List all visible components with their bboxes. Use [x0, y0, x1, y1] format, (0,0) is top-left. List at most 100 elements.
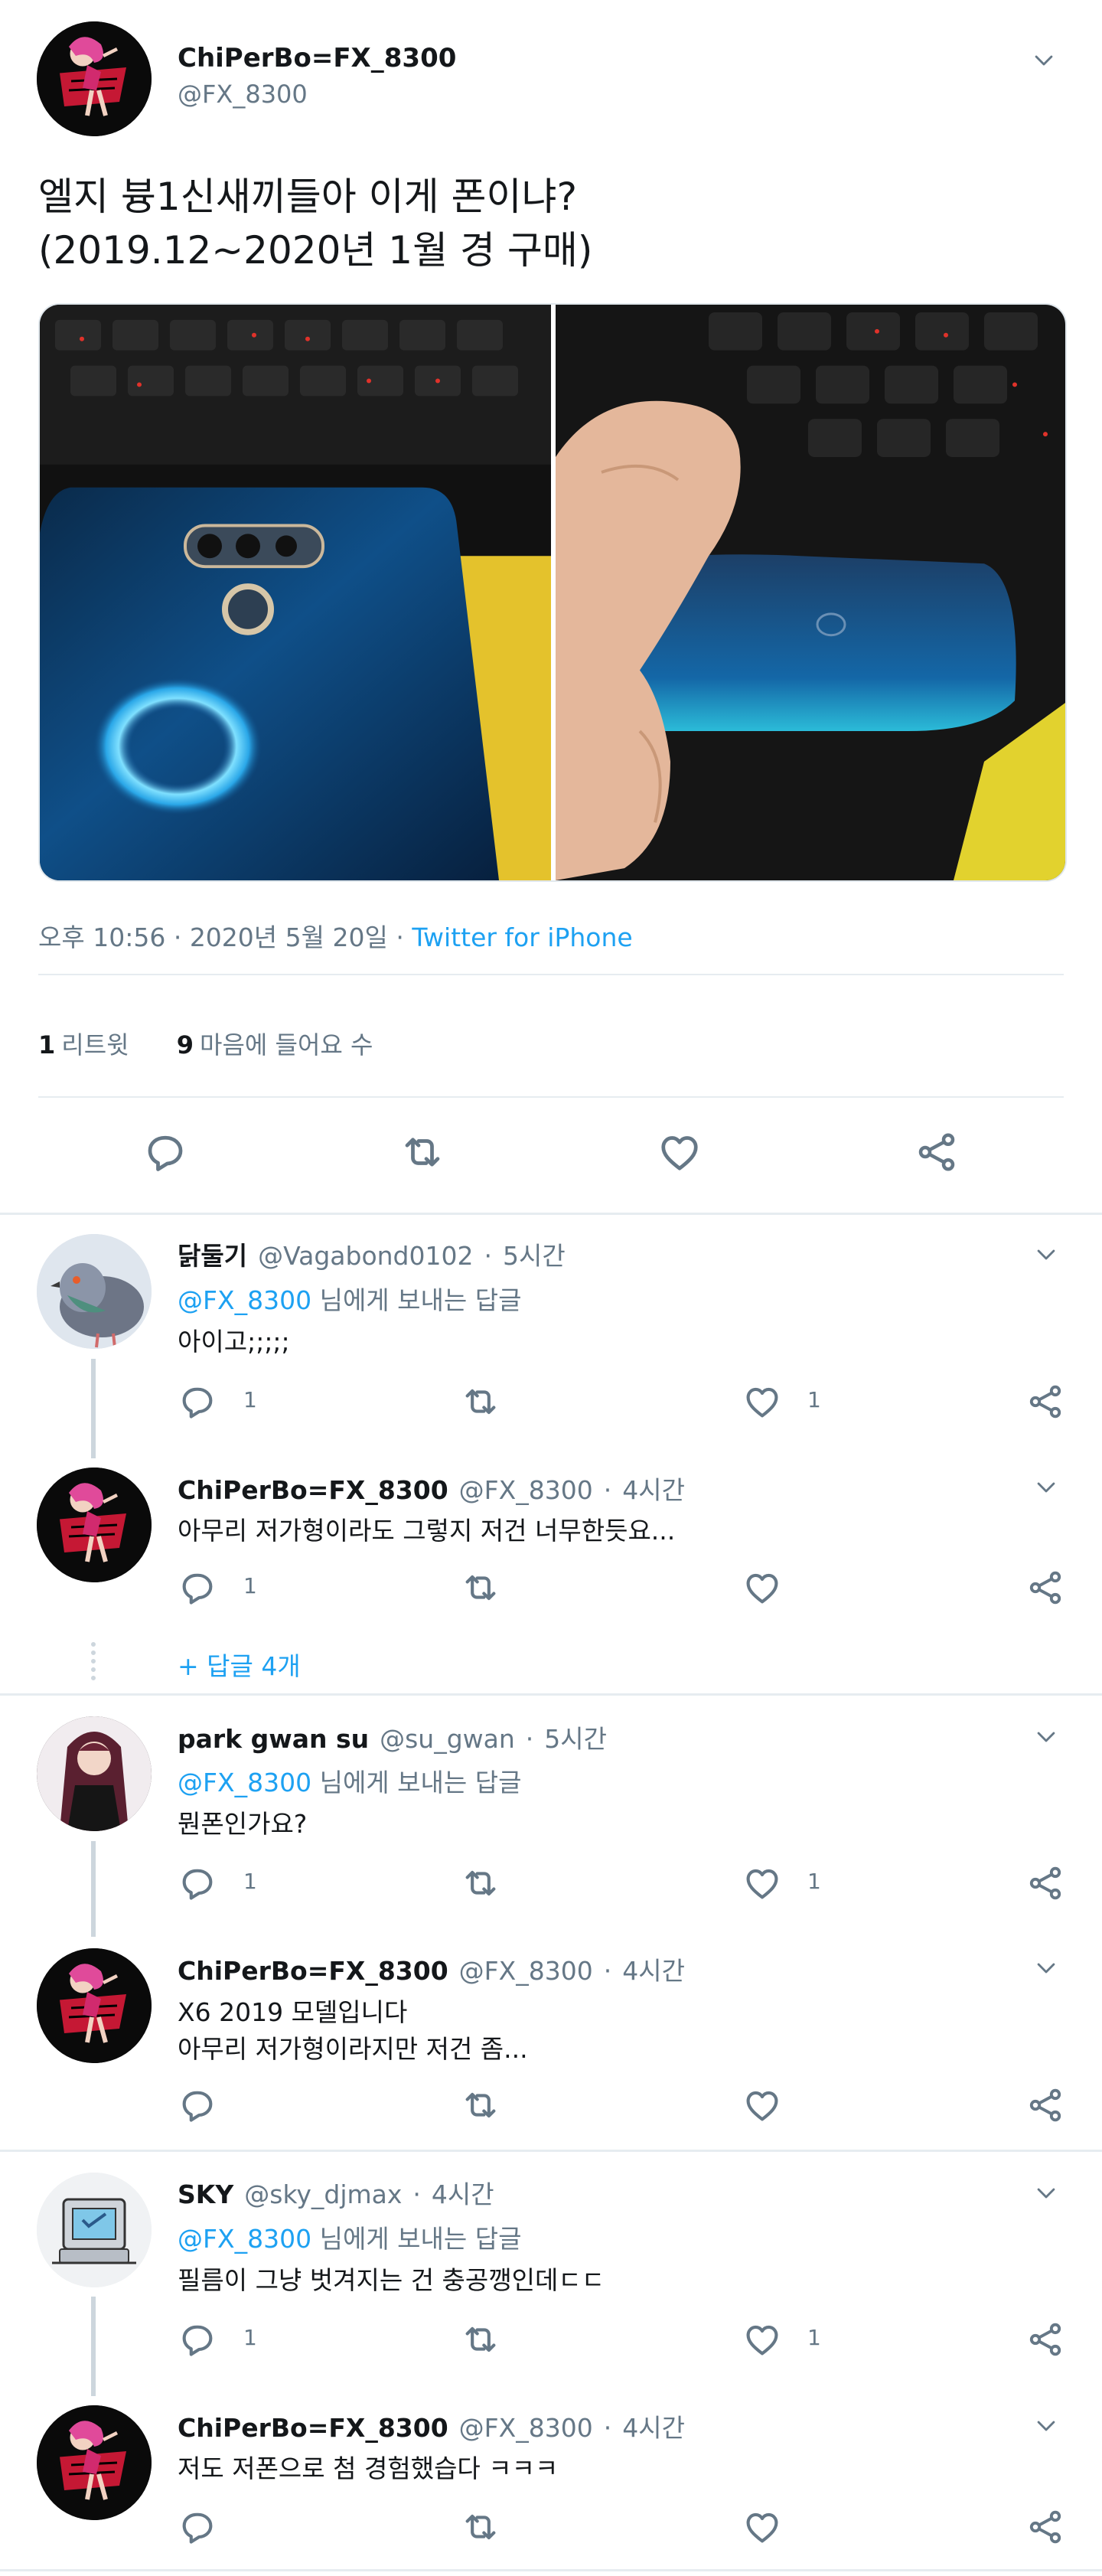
heart-icon[interactable]: [657, 1129, 703, 1175]
reply-icon[interactable]: [178, 1568, 217, 1608]
reply-author-name[interactable]: park gwan su: [178, 1724, 369, 1754]
reply-time: 4시간: [622, 1475, 685, 1505]
reply-to-handle[interactable]: @FX_8300: [178, 1768, 311, 1797]
share-icon[interactable]: [1025, 2507, 1065, 2547]
reply-icon[interactable]: [178, 1382, 217, 1422]
reply-author-name[interactable]: ChiPerBo=FX_8300: [178, 2413, 448, 2443]
reply-text: 저도 저폰으로 첨 경험했습다 ㅋㅋㅋ: [178, 2454, 559, 2483]
avatar-image: [37, 1948, 152, 2063]
main-tweet: ChiPerBo=FX_8300 @FX_8300 엘지 븅1신새끼들아 이게 …: [0, 0, 1102, 1217]
chevron-down-icon[interactable]: [1033, 2413, 1059, 2439]
reply-author-name[interactable]: ChiPerBo=FX_8300: [178, 1956, 448, 1986]
reply-count: 1: [243, 1387, 257, 1412]
avatar-image: [37, 2405, 152, 2520]
photo-phone-back[interactable]: [40, 305, 551, 880]
avatar[interactable]: [37, 2405, 152, 2520]
tweet-media[interactable]: [38, 303, 1067, 882]
reply-text: 필름이 그냥 벗겨지는 건 충공깽인데ㄷㄷ: [178, 2265, 605, 2295]
reply-author-handle[interactable]: @su_gwan: [380, 1724, 515, 1754]
share-icon[interactable]: [1025, 2320, 1065, 2359]
heart-icon[interactable]: [742, 1863, 782, 1903]
thread-dots: [91, 1642, 96, 1680]
character-avatar-image: [37, 1716, 152, 1831]
chevron-down-icon[interactable]: [1033, 1724, 1059, 1750]
retweet-icon[interactable]: [461, 2507, 500, 2547]
reply-icon[interactable]: [178, 2320, 217, 2359]
share-icon[interactable]: [1025, 2085, 1065, 2125]
like-stat[interactable]: 9 마음에 들어요 수: [177, 1030, 373, 1059]
reply-time: 4시간: [622, 1956, 685, 1986]
meta-separator: ·: [484, 1241, 492, 1271]
tweet-time: 오후 10:56: [38, 922, 166, 952]
reply-author-name[interactable]: 닭둘기: [178, 1241, 247, 1271]
author-handle[interactable]: @FX_8300: [178, 80, 308, 109]
avatar[interactable]: [37, 1948, 152, 2063]
author-name[interactable]: ChiPerBo=FX_8300: [178, 43, 456, 73]
meta-separator: ·: [603, 1956, 612, 1986]
avatar[interactable]: [37, 1234, 152, 1349]
reply-icon[interactable]: [178, 2507, 217, 2547]
meta-separator: ·: [412, 2179, 421, 2209]
divider: [38, 974, 1064, 975]
chevron-down-icon[interactable]: [1031, 47, 1057, 73]
reply-author-handle[interactable]: @FX_8300: [459, 1475, 593, 1505]
reply-author-handle[interactable]: @FX_8300: [459, 1956, 593, 1986]
photo-phone-side[interactable]: [556, 305, 1065, 880]
thread-line: [91, 1359, 96, 1458]
share-icon[interactable]: [914, 1129, 960, 1175]
avatar[interactable]: [37, 1716, 152, 1831]
retweet-icon[interactable]: [461, 1382, 500, 1422]
share-icon[interactable]: [1025, 1863, 1065, 1903]
retweet-icon[interactable]: [461, 2320, 500, 2359]
reply-time: 4시간: [431, 2179, 494, 2209]
show-more-replies-link[interactable]: + 답글 4개: [178, 1646, 301, 1683]
chevron-down-icon[interactable]: [1033, 1955, 1059, 1981]
heart-icon[interactable]: [742, 1382, 782, 1422]
avatar[interactable]: [37, 21, 152, 136]
heart-icon[interactable]: [742, 2085, 782, 2125]
avatar[interactable]: [37, 2173, 152, 2287]
computer-avatar-image: [37, 2173, 152, 2287]
reply-count: 1: [243, 2325, 257, 2350]
reply-icon[interactable]: [142, 1129, 188, 1175]
reply-time: 4시간: [622, 2413, 685, 2443]
reply-text: 뭔폰인가요?: [178, 1809, 308, 1839]
reply-author-handle[interactable]: @Vagabond0102: [258, 1241, 473, 1271]
heart-icon[interactable]: [742, 2507, 782, 2547]
chevron-down-icon[interactable]: [1033, 2180, 1059, 2206]
reply-to-handle[interactable]: @FX_8300: [178, 2224, 311, 2254]
retweet-icon[interactable]: [461, 2085, 500, 2125]
chevron-down-icon[interactable]: [1033, 1242, 1059, 1268]
retweet-stat[interactable]: 1 리트윗: [38, 1030, 129, 1059]
reply-author-handle[interactable]: @sky_djmax: [244, 2179, 402, 2209]
reply-icon[interactable]: [178, 2085, 217, 2125]
retweet-icon[interactable]: [399, 1129, 445, 1175]
reply-text-line-2: 아무리 저가형이라지만 저건 좀...: [178, 2034, 528, 2064]
heart-icon[interactable]: [742, 2320, 782, 2359]
divider: [38, 1096, 1064, 1098]
reply-header: ChiPerBo=FX_8300 @FX_8300 · 4시간: [178, 2408, 685, 2444]
reply-author-name[interactable]: ChiPerBo=FX_8300: [178, 1475, 448, 1505]
reply-author-handle[interactable]: @FX_8300: [459, 2413, 593, 2443]
meta-separator: ·: [603, 2413, 612, 2443]
thread-line: [91, 1841, 96, 1937]
reply-to-handle[interactable]: @FX_8300: [178, 1285, 311, 1315]
reply-icon[interactable]: [178, 1863, 217, 1903]
reply-to-label: 님에게 보내는 답글: [319, 1768, 522, 1797]
chevron-down-icon[interactable]: [1033, 1474, 1059, 1500]
reply-author-name[interactable]: SKY: [178, 2179, 233, 2209]
retweet-icon[interactable]: [461, 1568, 500, 1608]
meta-separator: ·: [525, 1724, 534, 1754]
section-divider: [0, 1693, 1102, 1696]
tweet-text: 엘지 븅1신새끼들아 이게 폰이냐? (2019.12~2020년 1월 경 구…: [38, 175, 593, 273]
meta-separator: ·: [173, 922, 182, 952]
heart-icon[interactable]: [742, 1568, 782, 1608]
avatar[interactable]: [37, 1468, 152, 1582]
source-link[interactable]: Twitter for iPhone: [412, 922, 632, 952]
reply-header: park gwan su @su_gwan · 5시간: [178, 1719, 607, 1755]
section-divider: [0, 1213, 1102, 1215]
share-icon[interactable]: [1025, 1382, 1065, 1422]
share-icon[interactable]: [1025, 1568, 1065, 1608]
retweet-icon[interactable]: [461, 1863, 500, 1903]
meta-separator: ·: [603, 1475, 612, 1505]
